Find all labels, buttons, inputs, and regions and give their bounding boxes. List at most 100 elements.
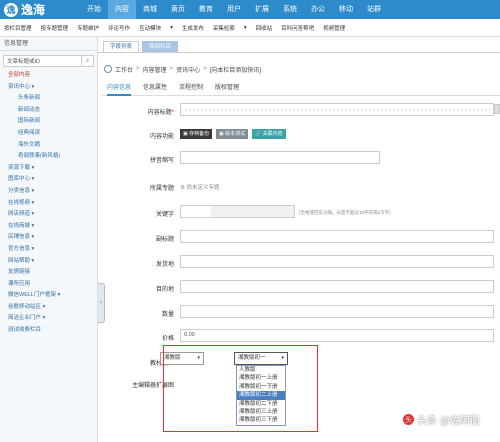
price-input[interactable]: 0.00 — [180, 329, 494, 342]
page-tab[interactable]: 添加栏目 — [142, 41, 179, 52]
sidebar-item[interactable]: 网店频道 ▾ — [0, 209, 97, 221]
sidebar-item[interactable]: 头条新闻 — [0, 93, 97, 105]
sidebar-item[interactable]: 友情链接 — [0, 267, 97, 279]
sidebar-item[interactable]: 店铺信息 ▾ — [0, 232, 97, 244]
sub-nav-item[interactable]: ▾ — [170, 25, 173, 31]
main-nav-item[interactable]: 教育 — [192, 0, 220, 19]
sidebar-item[interactable]: 课所应用 — [0, 279, 97, 291]
main-nav-item[interactable]: 开始 — [80, 0, 108, 19]
sidebar-tree: 全部内容 资讯中心 ▾ 头条新闻 新闻动态 国际新闻 经典阅读 海外文摘 奇闻轶事(新风格) 资… — [0, 70, 97, 337]
main-nav-item[interactable]: 内容 — [108, 0, 136, 19]
sub-nav-item[interactable]: 互动模块 — [139, 24, 161, 32]
function-label: 内容功能 — [149, 134, 174, 140]
location-icon — [104, 65, 112, 73]
main-nav-item[interactable]: 扩展 — [248, 0, 276, 19]
main-nav-item[interactable]: 系统 — [276, 0, 304, 19]
sidebar-item[interactable]: 海外文摘 — [0, 140, 97, 152]
sub-nav-item[interactable]: 视频管理 — [323, 24, 345, 32]
sidebar-search[interactable]: 文章标题或ID ⌕ — [3, 55, 94, 67]
pinyin-input[interactable] — [180, 151, 380, 164]
sidebar-item[interactable]: 测试收费栏目 — [0, 325, 97, 337]
sidebar-item[interactable]: 网站帮助 ▾ — [0, 256, 97, 268]
textbook-select-edition[interactable]: 湘教版 ▾ — [160, 352, 204, 365]
button-icon: 🔗 — [255, 131, 263, 137]
search-input[interactable]: 文章标题或ID — [7, 57, 81, 65]
destination-input[interactable] — [180, 280, 494, 293]
sub-nav-item[interactable]: 百科问答帮吧 — [281, 24, 314, 32]
main-nav-item[interactable]: 用户 — [220, 0, 248, 19]
sidebar-item[interactable]: 谷歌移动站区 ▾ — [0, 302, 97, 314]
sub-nav-item[interactable]: 评论写作 — [108, 24, 130, 32]
keyword-input[interactable] — [180, 205, 295, 218]
sidebar-item[interactable]: 简洁企业门户 ▾ — [0, 313, 97, 325]
dropdown-option[interactable]: 湘教版初二上册 — [237, 391, 285, 400]
dropdown-option[interactable]: 湘教版初一下册 — [237, 383, 285, 391]
scroll-handle[interactable] — [494, 104, 500, 114]
sidebar-item[interactable]: 全部内容 — [0, 70, 97, 82]
brand-logo[interactable]: 逸 逸海 — [4, 2, 74, 17]
price-label: 价格 — [161, 336, 174, 342]
dropdown-option[interactable]: 湘教版初三上册 — [237, 408, 285, 416]
form-tabs: 内容信息 信息属性 流程控制 版权管理 — [102, 82, 500, 96]
top-bar: 逸 逸海 开始 内容 商城 黄页 教育 用户 扩展 系统 办公 移动 站群 — [0, 0, 500, 19]
page-tab[interactable]: 字段列表 — [103, 41, 140, 52]
breadcrumb-item[interactable]: 内容管理 — [143, 65, 167, 74]
sub-nav-item[interactable]: 采集检索 — [213, 24, 235, 32]
sidebar-item[interactable]: 微信WELL门户框架 ▾ — [0, 290, 97, 302]
dropdown-option[interactable]: 人教版 — [237, 366, 285, 374]
logo-text: 逸海 — [21, 3, 46, 17]
form-tab[interactable]: 信息属性 — [143, 82, 167, 96]
sidebar-item[interactable]: 资源下载 ▾ — [0, 163, 97, 175]
sidebar-item[interactable]: 资讯中心 ▾ — [0, 82, 97, 94]
sub-nav-item[interactable]: 专题维护 — [77, 24, 99, 32]
main-nav-item[interactable]: 移动 — [332, 0, 360, 19]
sub-nav-item[interactable]: 按专题管理 — [41, 24, 69, 32]
sidebar-item[interactable]: 新闻动态 — [0, 105, 97, 117]
logo-mark-icon: 逸 — [4, 2, 18, 17]
sub-nav-item[interactable]: 生成发布 — [182, 24, 204, 32]
textbook-select-grade[interactable]: 湘教版初一 ▾ — [234, 352, 288, 365]
sidebar-item[interactable]: 分类信息 ▾ — [0, 186, 97, 198]
breadcrumb: 工作台 > 内容管理 > 资讯中心 > [向本栏目添加快讯] — [102, 60, 500, 78]
sub-nav-item[interactable]: 按栏目管理 — [4, 24, 32, 32]
title-input[interactable] — [180, 103, 494, 116]
main-nav-item[interactable]: 黄页 — [164, 0, 192, 19]
form-tab[interactable]: 内容信息 — [107, 82, 132, 96]
sub-nav-item[interactable]: 回收站 — [256, 24, 273, 32]
breadcrumb-item[interactable]: 工作台 — [115, 65, 133, 74]
subtitle-label: 副标题 — [155, 237, 174, 243]
keyword-label: 关键字 — [155, 212, 174, 218]
sidebar-item[interactable]: 经典阅读 — [0, 128, 97, 140]
quantity-input[interactable] — [180, 305, 494, 318]
form-tab[interactable]: 流程控制 — [179, 82, 203, 96]
sub-nav-item[interactable]: ▾ — [244, 25, 247, 31]
function-button[interactable]: 🔗 关联内容 — [252, 129, 286, 139]
sidebar-item[interactable]: 奇闻轶事(新风格) — [0, 151, 97, 163]
quantity-label: 数量 — [161, 312, 174, 318]
breadcrumb-item[interactable]: [向本栏目添加快讯] — [210, 65, 261, 74]
function-button[interactable]: ▣ 存档备份 — [180, 129, 213, 139]
chevron-down-icon: ▾ — [281, 355, 284, 361]
main-nav: 开始 内容 商城 黄页 教育 用户 扩展 系统 办公 移动 站群 — [80, 0, 388, 19]
sidebar-item[interactable]: 官方信息 ▾ — [0, 244, 97, 256]
content-form: 内容标题* 内容功能 ▣ 存档备份 ▣ 版本测试 🔗 关联内容 拼音缩写 所属专题 … — [102, 97, 500, 442]
dropdown-option[interactable]: 湘教版初一上册 — [237, 374, 285, 382]
search-icon[interactable]: ⌕ — [81, 55, 93, 67]
main-nav-item[interactable]: 商城 — [136, 0, 164, 19]
function-button[interactable]: ▣ 版本测试 — [216, 129, 249, 139]
subtitle-input[interactable] — [180, 230, 494, 243]
form-tab[interactable]: 版权管理 — [215, 82, 239, 96]
sidebar-item[interactable]: 在线视频 ▾ — [0, 198, 97, 210]
sidebar-item[interactable]: 图库中心 ▾ — [0, 174, 97, 186]
watermark-logo-icon: 头 — [403, 414, 414, 425]
topic-value[interactable]: ⚙ 尚未定义专题 — [180, 183, 219, 191]
keyword-hint: (空格或回车分隔，长度不超过10字符或5汉字) — [299, 210, 391, 215]
main-nav-item[interactable]: 办公 — [304, 0, 332, 19]
breadcrumb-item[interactable]: 资讯中心 — [176, 65, 200, 74]
dropdown-option[interactable]: 湘教版初二下册 — [237, 400, 285, 408]
origin-input[interactable] — [180, 255, 494, 268]
dropdown-option[interactable]: 湘教版初三下册 — [237, 416, 285, 424]
main-nav-item[interactable]: 站群 — [360, 0, 388, 19]
sidebar-item[interactable]: 在线商城 ▾ — [0, 221, 97, 233]
sidebar-item[interactable]: 国际新闻 — [0, 116, 97, 128]
